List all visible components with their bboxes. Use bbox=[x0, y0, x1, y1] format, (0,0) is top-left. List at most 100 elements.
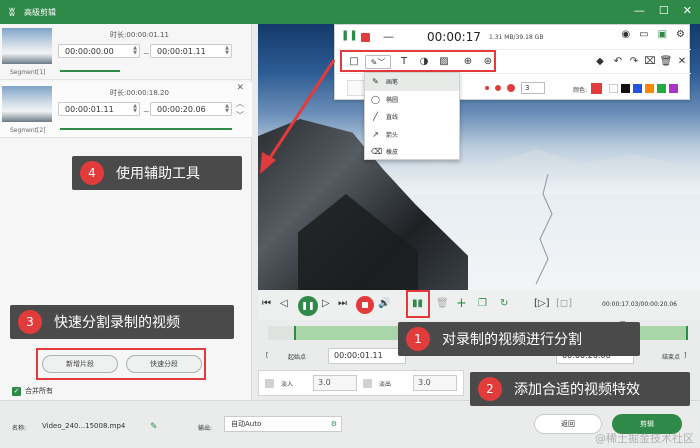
effects-panel: 淡入 3.0 淡出 3.0 bbox=[258, 370, 464, 396]
clear-icon[interactable]: ⌧ bbox=[643, 55, 657, 69]
line-icon: ╱ bbox=[373, 112, 378, 122]
chevron-down-icon[interactable]: ﹀ bbox=[236, 110, 244, 121]
color-swatch[interactable] bbox=[669, 84, 678, 93]
gear-icon[interactable]: ⚙ bbox=[676, 29, 685, 40]
playback-time: 00:00:17.03/00:00:20.06 bbox=[602, 301, 677, 308]
start-time-input[interactable]: 00:00:01.11 bbox=[328, 348, 406, 364]
segment-start-input[interactable]: 00:00:00.00 ▲ ▼ bbox=[58, 44, 140, 58]
size-large-icon[interactable] bbox=[507, 84, 515, 92]
start-point-label: 起始点 bbox=[288, 354, 307, 361]
bracket-right-icon[interactable]: ] bbox=[684, 352, 686, 359]
merge-all-checkbox[interactable]: ✓ 合并所有 bbox=[12, 386, 53, 396]
chevron-up-icon[interactable]: ︿ bbox=[236, 98, 244, 109]
mark-in-icon[interactable]: [▷] bbox=[534, 298, 550, 309]
copy-icon[interactable]: ❐ bbox=[478, 298, 487, 309]
minimize-button[interactable]: — bbox=[634, 4, 645, 17]
segment-start-input[interactable]: 00:00:01.11 ▲ ▼ bbox=[58, 102, 140, 116]
color-swatch[interactable] bbox=[609, 84, 618, 93]
clip-icon[interactable]: ▭ bbox=[639, 29, 648, 40]
step-back-icon[interactable]: ◁ bbox=[280, 298, 288, 309]
mark-out-icon[interactable]: [◻] bbox=[556, 298, 572, 309]
watermark: @稀土掘金技术社区 bbox=[595, 432, 694, 445]
bracket-left-icon[interactable]: [ bbox=[266, 352, 268, 359]
title-bar: ʬ 高级剪辑 — ☐ ✕ bbox=[0, 0, 700, 24]
check-icon: ✓ bbox=[12, 386, 21, 396]
maximize-button[interactable]: ☐ bbox=[659, 4, 669, 17]
callout-video-effects: 2 添加合适的视频特效 bbox=[470, 372, 690, 406]
new-segment-button[interactable]: 新增片段 bbox=[42, 355, 118, 373]
file-name: Video_240...15008.mp4 bbox=[42, 422, 126, 430]
callout-split-video: 1 对录制的视频进行分割 bbox=[398, 322, 640, 356]
toolbox-icon[interactable]: ▣ bbox=[658, 29, 667, 40]
fade-out-input[interactable]: 3.0 bbox=[413, 375, 457, 391]
close-button[interactable]: ✕ bbox=[683, 4, 692, 17]
highlight-frame bbox=[340, 50, 496, 72]
segment-panel: Segment[1] 时长:00:00:01.11 00:00:00.00 ▲ ▼ … bbox=[0, 24, 252, 400]
eraser-icon: ⌫ bbox=[371, 147, 383, 157]
color-swatch[interactable] bbox=[645, 84, 654, 93]
output-select[interactable]: 自动Auto ⚙ bbox=[224, 416, 342, 432]
record-size: 1.31 MB/39.18 GB bbox=[489, 34, 544, 41]
segment-progress bbox=[60, 70, 120, 72]
spinner-icon: ▲ ▼ bbox=[225, 45, 229, 56]
trash-icon[interactable]: 🗑 bbox=[436, 298, 449, 309]
segment-item[interactable]: Segment[1] 时长:00:00:01.11 00:00:00.00 ▲ ▼ … bbox=[0, 24, 252, 80]
color-label: 颜色: bbox=[573, 87, 588, 94]
menu-item-ellipse[interactable]: ◯ 椭圆 bbox=[365, 91, 459, 109]
color-swatch[interactable] bbox=[633, 84, 642, 93]
arrow-icon: ↗ bbox=[372, 129, 379, 139]
spinner-icon: ▲ ▼ bbox=[225, 103, 229, 114]
undo-icon[interactable]: ↶ bbox=[611, 55, 625, 69]
size-small-icon[interactable] bbox=[485, 86, 489, 90]
minimize-recorder-icon[interactable]: — bbox=[383, 30, 394, 43]
jump-start-icon[interactable]: ⏮ bbox=[262, 298, 271, 309]
pen-dropdown-menu: ✎ 画笔 ◯ 椭圆 ╱ 直线 ↗ 箭头 ⌫ 橡皮 bbox=[364, 72, 460, 160]
split-icon[interactable]: ▮▮ bbox=[412, 298, 423, 309]
segment-duration: 时长:00:00:18.20 bbox=[110, 89, 169, 97]
segment-thumbnail bbox=[2, 28, 52, 64]
gear-icon: ⚙ bbox=[330, 420, 337, 428]
stop-record-button[interactable] bbox=[361, 33, 370, 42]
volume-icon[interactable]: 🔊 bbox=[378, 298, 390, 309]
segment-item[interactable]: Segment[2] 时长:00:00:18.20 00:00:01.11 ▲ ▼ … bbox=[0, 82, 252, 138]
redo-icon[interactable]: ↷ bbox=[627, 55, 641, 69]
segment-progress bbox=[60, 128, 232, 130]
segment-duration: 时长:00:00:01.11 bbox=[110, 31, 169, 39]
fade-in-input[interactable]: 3.0 bbox=[313, 375, 357, 391]
fade-out-checkbox[interactable] bbox=[363, 379, 372, 388]
annotation-arrow bbox=[260, 59, 336, 174]
color-swatch[interactable] bbox=[657, 84, 666, 93]
segment-end-input[interactable]: 00:00:20.06 ▲ ▼ bbox=[150, 102, 232, 116]
name-label: 名称: bbox=[12, 425, 27, 432]
menu-item-line[interactable]: ╱ 直线 bbox=[365, 108, 459, 126]
segment-end-input[interactable]: 00:00:01.11 ▲ ▼ bbox=[150, 44, 232, 58]
eraser-icon[interactable]: ◆ bbox=[593, 55, 607, 69]
fade-in-checkbox[interactable] bbox=[265, 379, 274, 388]
close-icon[interactable]: ✕ bbox=[236, 83, 244, 93]
reset-icon[interactable]: ↻ bbox=[500, 298, 508, 309]
menu-item-arrow[interactable]: ↗ 箭头 bbox=[365, 126, 459, 144]
pause-icon[interactable]: ❚❚ bbox=[341, 30, 358, 41]
step-forward-icon[interactable]: ▷ bbox=[322, 298, 330, 309]
stop-button[interactable] bbox=[356, 296, 374, 314]
camera-icon[interactable]: ◉ bbox=[621, 29, 630, 40]
callout-quick-split: 3 快速分割录制的视频 bbox=[10, 305, 234, 339]
fade-out-label: 淡出 bbox=[379, 381, 392, 388]
back-button[interactable]: 返回 bbox=[534, 414, 602, 434]
window-title: 高级剪辑 bbox=[24, 7, 56, 17]
quick-split-button[interactable]: 快速分段 bbox=[126, 355, 202, 373]
size-medium-icon[interactable] bbox=[495, 85, 501, 91]
close-icon[interactable]: ✕ bbox=[675, 55, 689, 69]
jump-end-icon[interactable]: ⏭ bbox=[338, 298, 347, 309]
record-time: 00:00:17 bbox=[427, 30, 481, 44]
add-icon[interactable]: + bbox=[456, 296, 467, 311]
edit-name-icon[interactable]: ✎ bbox=[150, 422, 158, 432]
pen-width-input[interactable]: 3 bbox=[521, 82, 545, 94]
segment-label: Segment[1] bbox=[10, 69, 46, 76]
pause-button[interactable]: ❚❚ bbox=[298, 296, 318, 316]
current-color-swatch[interactable] bbox=[591, 83, 602, 94]
trash-icon[interactable]: 🗑 bbox=[659, 55, 673, 69]
color-swatch[interactable] bbox=[621, 84, 630, 93]
menu-item-eraser[interactable]: ⌫ 橡皮 bbox=[365, 143, 459, 161]
menu-item-pen[interactable]: ✎ 画笔 bbox=[365, 73, 459, 91]
